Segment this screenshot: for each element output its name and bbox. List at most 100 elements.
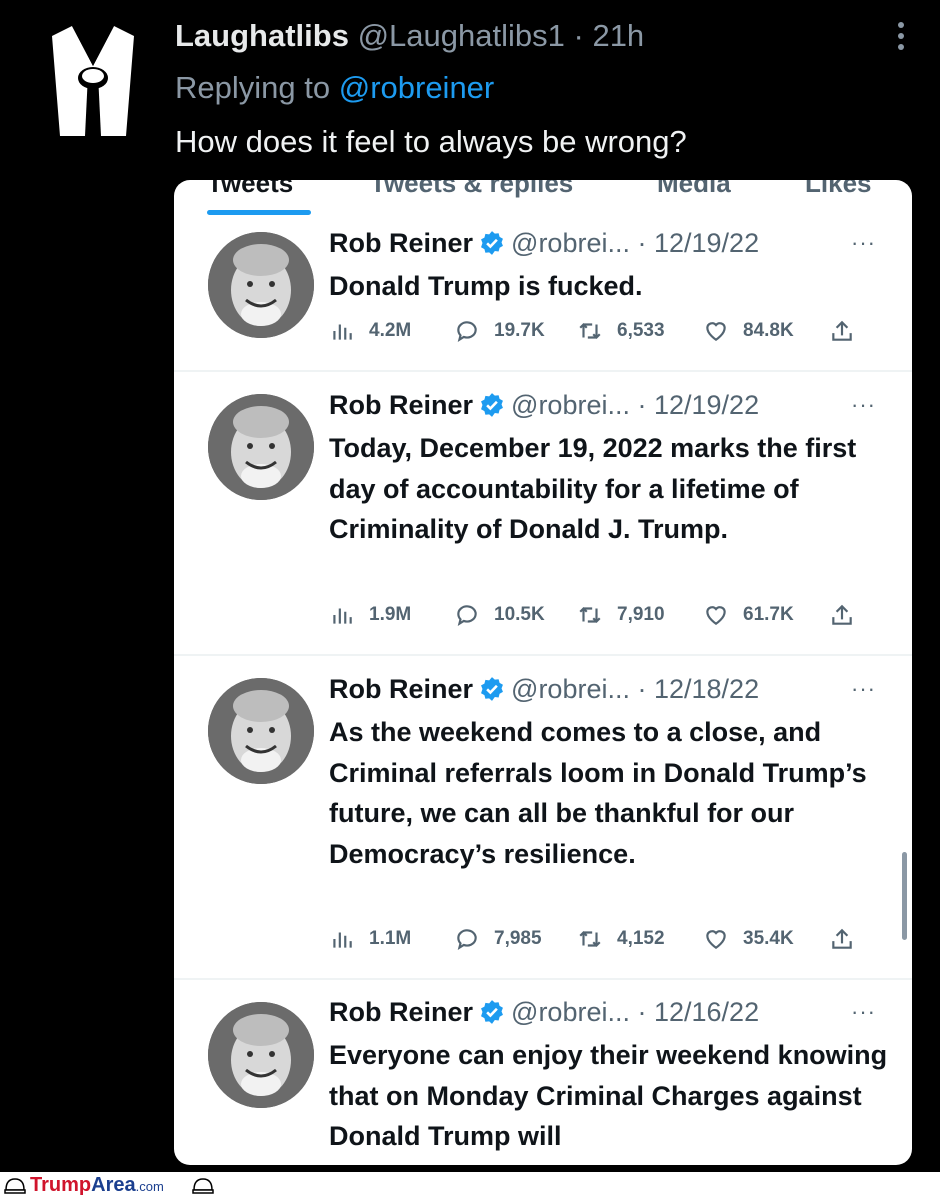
tweet-date[interactable]: · 12/19/22 xyxy=(638,390,760,420)
watermark-com: .com xyxy=(135,1179,164,1194)
like-button[interactable]: 84.8K xyxy=(703,318,794,344)
share-icon xyxy=(832,928,852,949)
tweet-text: Everyone can enjoy their weekend knowing… xyxy=(329,1040,888,1151)
retweet-count: 4,152 xyxy=(617,928,665,949)
embedded-screenshot: Tweets Tweets & replies Media Likes Rob … xyxy=(174,180,912,1165)
reply-handle[interactable]: @Laughatlibs1 xyxy=(358,18,565,53)
reply-avatar[interactable] xyxy=(52,26,134,136)
replying-mention-link[interactable]: @robreiner xyxy=(339,70,495,105)
tweet-handle[interactable]: @robrei... xyxy=(511,228,630,258)
reply-button[interactable]: 19.7K xyxy=(454,318,545,344)
tweet-avatar[interactable] xyxy=(208,394,314,500)
tab-tweets[interactable]: Tweets xyxy=(207,180,293,199)
reply-icon xyxy=(457,605,477,627)
tweet-text: Donald Trump is fucked. xyxy=(329,271,643,301)
share-icon xyxy=(832,604,852,625)
scrollbar[interactable] xyxy=(902,852,907,940)
like-count: 61.7K xyxy=(743,604,794,625)
tweet-actions: 1.9M 10.5K 7,910 61.7K xyxy=(329,602,869,632)
tweet-more-icon[interactable]: ··· xyxy=(851,676,876,702)
like-button[interactable]: 61.7K xyxy=(703,602,794,628)
tweet-more-icon[interactable]: ··· xyxy=(851,999,876,1025)
retweet-count: 7,910 xyxy=(617,604,665,625)
reply-separator: · xyxy=(573,18,584,53)
share-icon xyxy=(832,320,852,341)
watermark-bar: TrumpArea.com xyxy=(0,1172,940,1199)
views-count: 4.2M xyxy=(369,320,412,341)
share-button[interactable] xyxy=(829,602,869,628)
tab-likes[interactable]: Likes xyxy=(805,180,872,199)
like-button[interactable]: 35.4K xyxy=(703,926,794,952)
tweet-avatar[interactable] xyxy=(208,1002,314,1108)
verified-badge-icon xyxy=(481,393,503,417)
tweet-avatar[interactable] xyxy=(208,232,314,338)
tweet-text: As the weekend comes to a close, and Cri… xyxy=(329,717,867,869)
reply-button[interactable]: 10.5K xyxy=(454,602,545,628)
reply-icon xyxy=(457,929,477,951)
views-count: 1.9M xyxy=(369,604,412,625)
tweet-handle[interactable]: @robrei... xyxy=(511,997,630,1027)
reply-count: 7,985 xyxy=(494,928,542,949)
tweet-item[interactable]: Rob Reiner @robrei... · 12/19/22 ··· Dona… xyxy=(174,220,912,372)
reply-display-name[interactable]: Laughatlibs xyxy=(175,18,349,53)
hat-icon xyxy=(192,1178,214,1194)
tweet-text: Today, December 19, 2022 marks the first… xyxy=(329,433,857,544)
tweet-avatar[interactable] xyxy=(208,678,314,784)
tweet-author-name[interactable]: Rob Reiner xyxy=(329,228,473,258)
tweet-date[interactable]: · 12/18/22 xyxy=(638,674,760,704)
heart-icon xyxy=(706,606,726,625)
tweet-more-icon[interactable]: ··· xyxy=(851,230,876,256)
views-icon xyxy=(333,324,352,340)
watermark-area: Area xyxy=(91,1174,136,1196)
retweet-button[interactable]: 4,152 xyxy=(577,926,665,952)
share-button[interactable] xyxy=(829,926,869,952)
profile-tabs: Tweets Tweets & replies Media Likes xyxy=(174,180,912,216)
views-icon xyxy=(333,932,352,948)
reply-header: Laughatlibs @Laughatlibs1 · 21h xyxy=(175,18,644,54)
heart-icon xyxy=(706,322,726,341)
tweet-handle[interactable]: @robrei... xyxy=(511,390,630,420)
replying-prefix: Replying to xyxy=(175,70,331,105)
tweet-author-name[interactable]: Rob Reiner xyxy=(329,674,473,704)
tweet-item[interactable]: Rob Reiner @robrei... · 12/18/22 ··· As t… xyxy=(174,656,912,980)
tab-media[interactable]: Media xyxy=(657,180,731,199)
tweet-date[interactable]: · 12/16/22 xyxy=(638,997,760,1027)
verified-badge-icon xyxy=(481,677,503,701)
tweet-more-icon[interactable]: ··· xyxy=(851,392,876,418)
watermark-logo[interactable]: TrumpArea.com xyxy=(30,1174,164,1197)
reply-time[interactable]: 21h xyxy=(592,18,644,53)
retweet-button[interactable]: 6,533 xyxy=(577,318,665,344)
tweet-author-name[interactable]: Rob Reiner xyxy=(329,997,473,1027)
retweet-icon xyxy=(579,930,601,948)
like-count: 84.8K xyxy=(743,320,794,341)
tweet-handle[interactable]: @robrei... xyxy=(511,674,630,704)
retweet-count: 6,533 xyxy=(617,320,665,341)
verified-badge-icon xyxy=(481,231,503,255)
views-button[interactable]: 1.9M xyxy=(329,602,411,628)
tweet-item[interactable]: Rob Reiner @robrei... · 12/19/22 ··· Toda… xyxy=(174,372,912,656)
tweet-actions: 1.1M 7,985 4,152 35.4K xyxy=(329,926,869,956)
tweet-actions: 4.2M 19.7K 6,533 84.8K xyxy=(329,318,869,348)
retweet-button[interactable]: 7,910 xyxy=(577,602,665,628)
reply-count: 10.5K xyxy=(494,604,545,625)
tweet-author-name[interactable]: Rob Reiner xyxy=(329,390,473,420)
retweet-icon xyxy=(579,606,601,624)
reply-count: 19.7K xyxy=(494,320,545,341)
views-button[interactable]: 1.1M xyxy=(329,926,411,952)
views-button[interactable]: 4.2M xyxy=(329,318,411,344)
like-count: 35.4K xyxy=(743,928,794,949)
watermark-trump: Trump xyxy=(30,1174,92,1196)
tab-tweets-replies[interactable]: Tweets & replies xyxy=(370,180,573,199)
views-icon xyxy=(333,608,352,624)
more-options-icon[interactable] xyxy=(898,22,906,55)
replying-to-line: Replying to @robreiner xyxy=(175,70,494,106)
heart-icon xyxy=(706,930,726,949)
tweet-date[interactable]: · 12/19/22 xyxy=(638,228,760,258)
tweet-item[interactable]: Rob Reiner @robrei... · 12/16/22 ··· Ever… xyxy=(174,980,912,1165)
share-button[interactable] xyxy=(829,318,869,344)
reply-text: How does it feel to always be wrong? xyxy=(175,124,687,159)
views-count: 1.1M xyxy=(369,928,412,949)
active-tab-indicator xyxy=(207,210,311,215)
reply-button[interactable]: 7,985 xyxy=(454,926,542,952)
reply-icon xyxy=(457,321,477,343)
